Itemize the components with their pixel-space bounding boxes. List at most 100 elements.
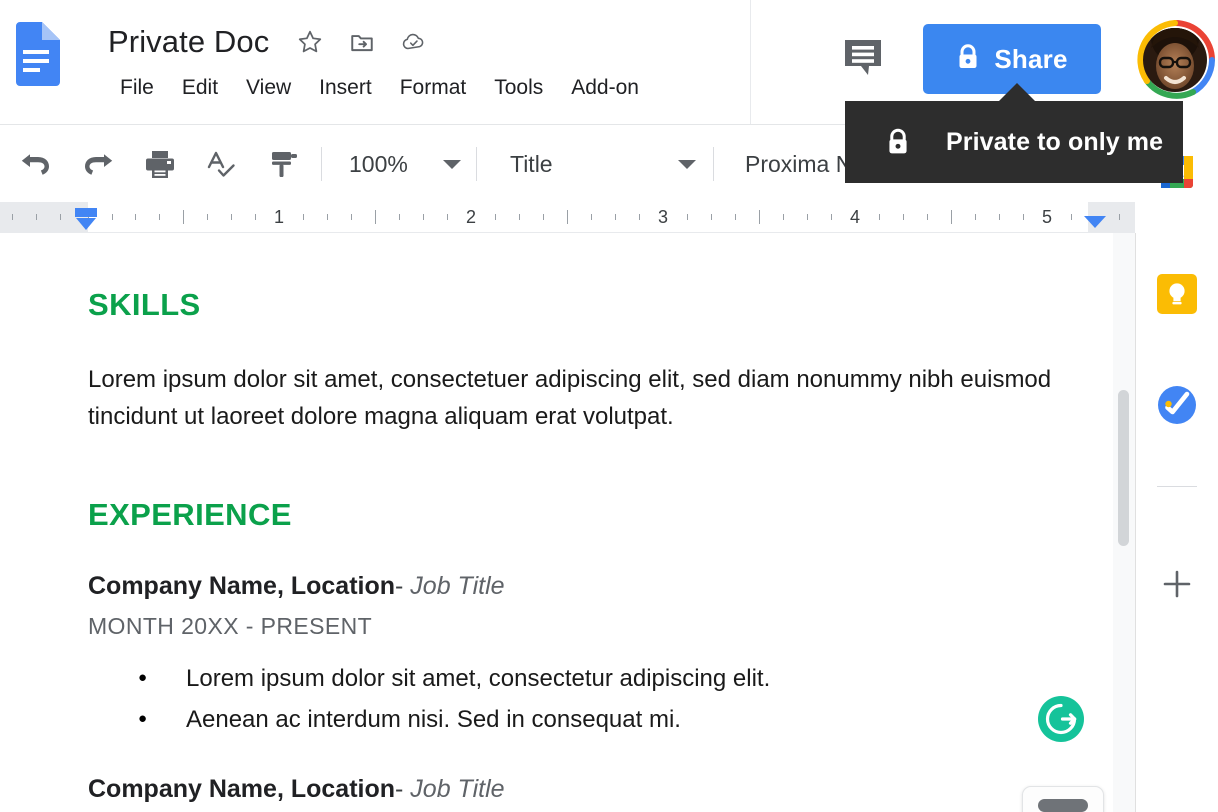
ruler-tick — [255, 214, 256, 220]
google-keep-icon[interactable] — [1157, 274, 1197, 314]
ruler-tick — [135, 214, 136, 220]
ruler-tick — [36, 214, 37, 220]
ruler-tick — [567, 210, 568, 224]
job-bullet-list: Lorem ipsum dolor sit amet, consectetur … — [88, 657, 1078, 740]
explore-button[interactable] — [1022, 786, 1104, 812]
ruler-tick — [951, 210, 952, 224]
toolbar-divider — [476, 147, 477, 181]
spellcheck-button[interactable] — [196, 138, 248, 190]
ruler-tick — [399, 214, 400, 220]
zoom-level-label: 100% — [349, 150, 408, 177]
ruler-tick — [903, 214, 904, 220]
ruler-tick — [1023, 214, 1024, 220]
left-indent-marker[interactable] — [74, 208, 98, 232]
list-item: Aenean ac interdum nisi. Sed in consequa… — [88, 698, 1078, 740]
ruler-tick — [183, 210, 184, 224]
section-heading-skills: SKILLS — [88, 287, 201, 322]
ruler-tick — [759, 210, 760, 224]
ruler-tick — [975, 214, 976, 220]
ruler-tick — [711, 214, 712, 220]
ruler-tick — [999, 214, 1000, 220]
explore-button-bar — [1038, 799, 1088, 812]
ruler-tick — [519, 214, 520, 220]
ruler-number: 5 — [1041, 207, 1053, 227]
print-button[interactable] — [134, 138, 186, 190]
saved-to-drive-icon[interactable] — [401, 29, 427, 55]
menu-item-insert[interactable]: Insert — [305, 74, 386, 102]
right-indent-marker[interactable] — [1083, 215, 1107, 229]
title-row: Private Doc — [108, 18, 427, 66]
document-title[interactable]: Private Doc — [108, 24, 269, 60]
ruler-tick — [375, 210, 376, 224]
lock-icon — [956, 43, 980, 76]
google-docs-icon — [12, 22, 60, 86]
job-dash: - — [395, 572, 404, 600]
redo-button[interactable] — [72, 138, 124, 190]
ruler-tick — [231, 214, 232, 220]
ruler-tick — [687, 214, 688, 220]
job-heading: Company Name, Location- Job Title — [88, 572, 1078, 601]
zoom-dropdown[interactable]: 100% — [333, 142, 465, 186]
menu-bar: File Edit View Insert Format Tools Add-o… — [106, 74, 653, 102]
ruler-number: 4 — [849, 207, 861, 227]
job-location: Location — [290, 572, 396, 600]
document-content[interactable]: SKILLS Lorem ipsum dolor sit amet, conse… — [88, 233, 1078, 804]
toolbar-divider — [713, 147, 714, 181]
ruler-tick — [351, 214, 352, 220]
ruler-tick — [927, 214, 928, 220]
ruler-tick — [879, 214, 880, 220]
ruler-tick — [831, 214, 832, 220]
move-to-folder-icon[interactable] — [349, 29, 375, 55]
menu-item-file[interactable]: File — [106, 74, 168, 102]
private-tooltip: Private to only me — [845, 101, 1183, 183]
star-icon[interactable] — [297, 29, 323, 55]
menu-item-edit[interactable]: Edit — [168, 74, 232, 102]
ruler-tick — [639, 214, 640, 220]
toolbar-divider — [321, 147, 322, 181]
google-docs-window: Private Doc File Edit View Insert Format… — [0, 0, 1218, 812]
paragraph-style-dropdown[interactable]: Title — [488, 142, 702, 186]
ruler-tick — [447, 214, 448, 220]
ruler[interactable]: 1 2 3 4 5 — [0, 202, 1135, 233]
menu-item-add-ons[interactable]: Add-on — [557, 74, 653, 102]
ruler-number: 3 — [657, 207, 669, 227]
tooltip-arrow — [998, 83, 1036, 102]
job-title: Job Title — [410, 775, 505, 803]
skills-paragraph: Lorem ipsum dolor sit amet, consectetuer… — [88, 366, 1052, 430]
add-on-plus-button[interactable] — [1157, 564, 1197, 604]
ruler-tick — [60, 214, 61, 220]
ruler-tick — [12, 214, 13, 220]
ruler-tick — [783, 214, 784, 220]
document-canvas[interactable]: SKILLS Lorem ipsum dolor sit amet, conse… — [0, 233, 1136, 812]
google-tasks-icon[interactable] — [1157, 385, 1197, 425]
job-date: MONTH 20XX - PRESENT — [88, 613, 373, 639]
paint-format-button[interactable] — [258, 138, 310, 190]
private-tooltip-label: Private to only me — [946, 127, 1164, 156]
menu-item-tools[interactable]: Tools — [480, 74, 557, 102]
job-location: Location — [290, 775, 396, 803]
ruler-number: 1 — [273, 207, 285, 227]
side-panel-divider — [1157, 486, 1197, 487]
ruler-tick — [423, 214, 424, 220]
undo-button[interactable] — [10, 138, 62, 190]
menu-item-format[interactable]: Format — [386, 74, 481, 102]
ruler-tick — [615, 214, 616, 220]
document-page[interactable]: SKILLS Lorem ipsum dolor sit amet, conse… — [0, 233, 1113, 812]
ruler-tick — [303, 214, 304, 220]
ruler-tick — [591, 214, 592, 220]
account-avatar[interactable] — [1133, 18, 1217, 102]
grammarly-icon[interactable] — [1037, 695, 1085, 743]
ruler-tick — [495, 214, 496, 220]
lock-icon — [885, 127, 911, 157]
job-company: Company Name, — [88, 572, 284, 600]
chevron-down-icon — [443, 159, 461, 169]
menu-item-view[interactable]: View — [232, 74, 305, 102]
vertical-scrollbar-thumb[interactable] — [1118, 390, 1129, 546]
section-heading-experience: EXPERIENCE — [88, 497, 292, 532]
job-title: Job Title — [410, 572, 505, 600]
comment-icon[interactable] — [842, 36, 888, 78]
job-company: Company Name, — [88, 775, 284, 803]
ruler-tick — [327, 214, 328, 220]
ruler-tick — [207, 214, 208, 220]
job-heading: Company Name, Location- Job Title — [88, 775, 1078, 804]
